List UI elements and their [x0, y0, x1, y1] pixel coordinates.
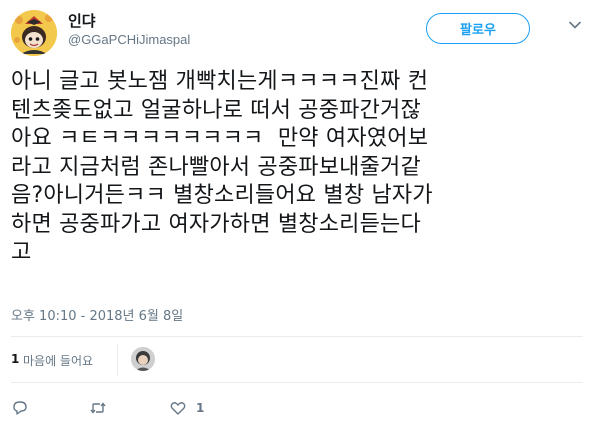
- author-display-name[interactable]: 인댜: [68, 10, 96, 31]
- follow-button[interactable]: 팔로우: [426, 13, 530, 44]
- tweet-timestamp[interactable]: 오후 10:10 - 2018년 6월 8일: [11, 305, 183, 324]
- like-count: 1: [196, 401, 205, 415]
- heart-icon: [170, 402, 186, 415]
- tweet-line: 하면 공중파가고 여자가하면 별창소리듣는다: [11, 211, 421, 237]
- retweet-icon: [90, 402, 106, 414]
- tweet-text: 아니 글고 봇노잼 개빡치는게ㅋㅋㅋㅋ진짜 컨텐츠좆도없고 얼굴하나로 떠서 공…: [11, 68, 583, 268]
- tweet-line: 아요 ㅋㅌㅋㅋㅋㅋㅋㅋㅋㅋ 만약 여자였어보: [11, 126, 429, 151]
- tweet-line: 음?아니거든ㅋㅋ 별창소리들어요 별창 남자가: [11, 183, 433, 208]
- chevron-down-icon[interactable]: [568, 18, 582, 32]
- reply-action[interactable]: [11, 398, 38, 418]
- author-handle[interactable]: @GGaPCHiJimaspal: [68, 32, 190, 47]
- likes-count[interactable]: 1: [11, 352, 19, 366]
- avatar-image: [11, 10, 57, 56]
- tweet-line: 아니 글고 봇노잼 개빡치는게ㅋㅋㅋㅋ진짜 컨: [11, 69, 429, 94]
- tweet-actions: 1: [11, 394, 583, 422]
- like-action[interactable]: 1: [169, 398, 204, 418]
- tweet-line: 텐츠좆도없고 얼굴하나로 떠서 공중파간거잖: [11, 97, 421, 123]
- likes-label[interactable]: 마음에 들어요: [23, 352, 93, 369]
- divider: [11, 382, 583, 383]
- liker-avatar[interactable]: [131, 347, 155, 371]
- tweet-header: 인댜 @GGaPCHiJimaspal 팔로우: [0, 0, 592, 62]
- likes-row: 1 마음에 들어요: [11, 338, 583, 382]
- retweet-action[interactable]: [89, 398, 116, 418]
- liker-avatar-image: [131, 347, 155, 371]
- tweet-line: 고: [11, 240, 32, 265]
- likes-separator: [117, 344, 118, 376]
- reply-icon: [13, 401, 27, 415]
- author-avatar[interactable]: [11, 10, 57, 56]
- divider: [11, 336, 583, 337]
- tweet-line: 라고 지금처럼 존나빨아서 공중파보내줄거같: [11, 154, 421, 180]
